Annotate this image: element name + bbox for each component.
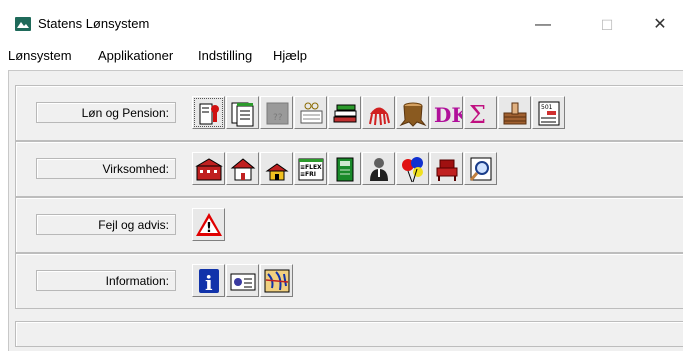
flex-fri-icon[interactable]: ≡FLEX ≡FRI <box>294 152 327 185</box>
documents-stack-icon[interactable] <box>226 96 259 129</box>
dk-letters-icon[interactable]: DK <box>430 96 463 129</box>
balloons-icon[interactable] <box>396 152 429 185</box>
hand-on-basket-icon[interactable] <box>498 96 531 129</box>
disabled-document-icon[interactable]: ?? <box>260 96 293 129</box>
person-with-stamp-icon[interactable] <box>192 96 225 129</box>
glasses-ledger-icon[interactable] <box>294 96 327 129</box>
window-title: Statens Lønsystem <box>38 16 150 31</box>
book-stack-icon[interactable] <box>328 96 361 129</box>
maximize-button[interactable]: ☐ <box>584 8 630 42</box>
sigma-sum-icon[interactable]: Σ <box>464 96 497 129</box>
dk-text: DK <box>434 103 462 127</box>
row-label-fejl-og-advis: Fejl og advis: <box>36 214 176 235</box>
yellow-house-icon[interactable] <box>260 152 293 185</box>
businessman-icon[interactable] <box>362 152 395 185</box>
row-fejl-og-advis: Fejl og advis: ! <box>15 197 683 253</box>
red-factory-icon[interactable] <box>192 152 225 185</box>
app-icon[interactable] <box>15 17 31 31</box>
fri-text: ≡FRI <box>300 171 316 178</box>
warning-triangle-icon[interactable]: ! <box>192 208 225 241</box>
form-501-icon[interactable]: 501 <box>532 96 565 129</box>
row-information: Information: i <box>15 253 683 309</box>
menu-applikationer[interactable]: Applikationer <box>98 48 173 63</box>
form-501-text: 501 <box>541 104 553 111</box>
red-jellyfish-icon[interactable] <box>362 96 395 129</box>
info-icon[interactable]: i <box>192 264 225 297</box>
row-label-virksomhed: Virksomhed: <box>36 158 176 179</box>
row-virksomhed: Virksomhed: ≡FLEX ≡FRI <box>15 141 683 197</box>
magnifier-icon[interactable] <box>464 152 497 185</box>
menu-hjaelp[interactable]: Hjælp <box>273 48 307 63</box>
map-icon[interactable] <box>260 264 293 297</box>
armchair-icon[interactable] <box>430 152 463 185</box>
close-button[interactable]: ✕ <box>637 8 683 42</box>
title-bar: Statens Lønsystem — ☐ ✕ <box>0 0 683 42</box>
row-label-information: Information: <box>36 270 176 291</box>
svg-text:??: ?? <box>273 113 283 123</box>
info-text: i <box>205 271 213 295</box>
menu-indstilling[interactable]: Indstilling <box>198 48 252 63</box>
status-bar <box>15 321 683 347</box>
tree-stump-icon[interactable] <box>396 96 429 129</box>
main-panel: Løn og Pension: ?? DK Σ 501 Virksomhed: … <box>8 70 683 351</box>
red-house-icon[interactable] <box>226 152 259 185</box>
row-lon-og-pension: Løn og Pension: ?? DK Σ 501 <box>15 85 683 141</box>
warning-text: ! <box>206 221 212 236</box>
row-label-lon-og-pension: Løn og Pension: <box>36 102 176 123</box>
sigma-text: Σ <box>469 101 486 128</box>
menu-bar: Lønsystem Applikationer Indstilling Hjæl… <box>0 42 683 68</box>
flex-text: ≡FLEX <box>300 164 322 171</box>
green-calculator-icon[interactable] <box>328 152 361 185</box>
id-card-icon[interactable] <box>226 264 259 297</box>
minimize-button[interactable]: — <box>520 8 566 42</box>
menu-lonsystem[interactable]: Lønsystem <box>8 48 72 63</box>
